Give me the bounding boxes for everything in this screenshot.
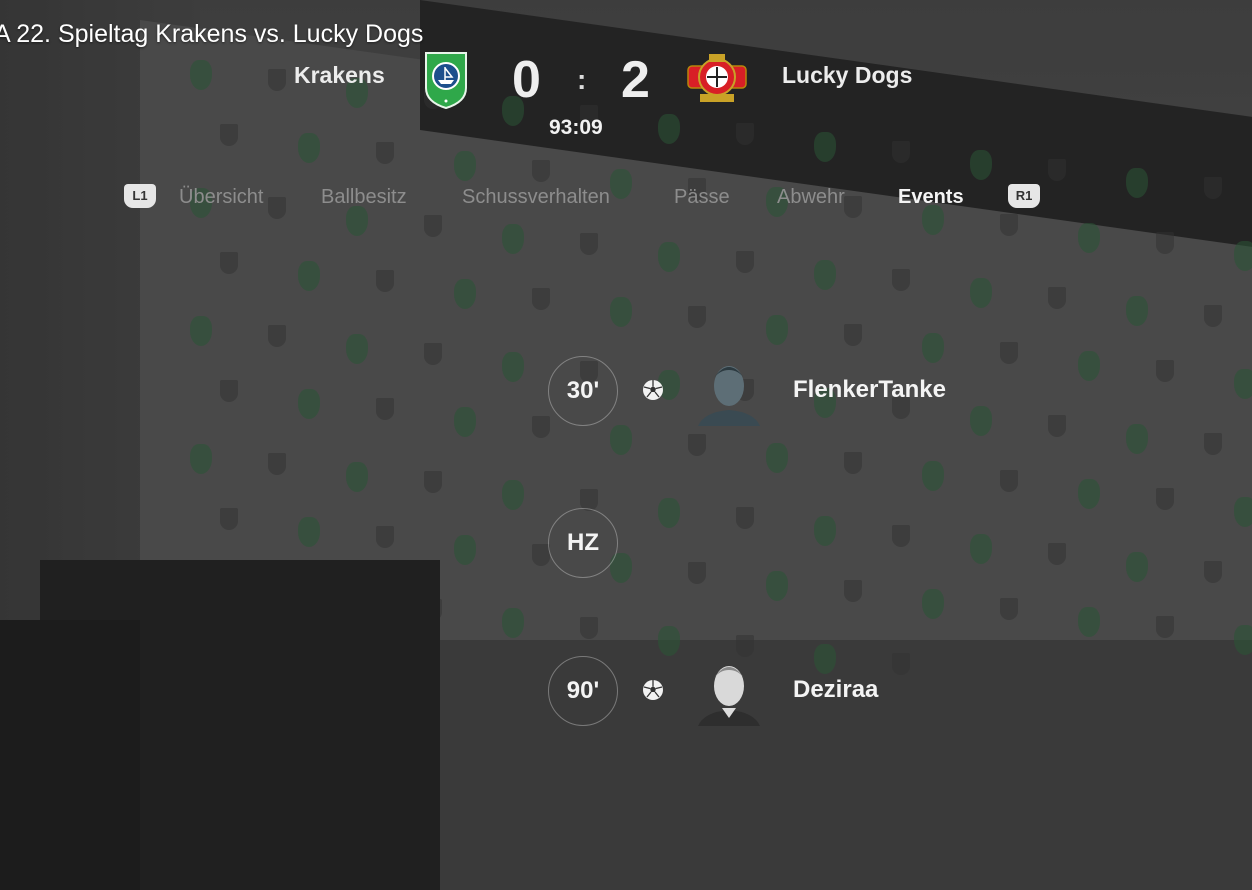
event-player-name: FlenkerTanke [793, 376, 946, 403]
player-avatar [698, 366, 760, 426]
tab-possession[interactable]: Ballbesitz [321, 186, 407, 209]
event-minute-badge: 30' [548, 356, 618, 426]
event-minute-badge: 90' [548, 656, 618, 726]
tab-passes[interactable]: Pässe [674, 186, 730, 209]
tab-shooting[interactable]: Schussverhalten [462, 186, 610, 209]
away-team-name: Lucky Dogs [782, 62, 913, 88]
tab-defense[interactable]: Abwehr [777, 186, 845, 209]
halftime-badge: HZ [548, 508, 618, 578]
background-dim-overlay [0, 0, 1252, 890]
game-screen: A 22. Spieltag Krakens vs. Lucky Dogs Kr… [0, 0, 1252, 890]
home-score: 0 [512, 51, 541, 109]
away-team-crest-icon [687, 54, 747, 102]
event-player-name: Deziraa [793, 676, 879, 703]
soccer-ball-icon [643, 380, 663, 400]
home-team-crest-icon [425, 52, 467, 110]
soccer-ball-icon [643, 680, 663, 700]
away-score: 2 [621, 51, 650, 109]
l1-button-hint[interactable]: L1 [124, 184, 156, 208]
home-team-name: Krakens [294, 62, 385, 88]
player-avatar [698, 666, 760, 726]
tab-events[interactable]: Events [898, 186, 964, 209]
score-separator: : [577, 64, 587, 95]
stats-tab-bar: L1 Übersicht Ballbesitz Schussverhalten … [124, 184, 1044, 214]
match-clock: 93:09 [549, 116, 603, 139]
r1-button-hint[interactable]: R1 [1008, 184, 1040, 208]
video-title: A 22. Spieltag Krakens vs. Lucky Dogs [0, 20, 424, 48]
tab-overview[interactable]: Übersicht [179, 186, 263, 209]
